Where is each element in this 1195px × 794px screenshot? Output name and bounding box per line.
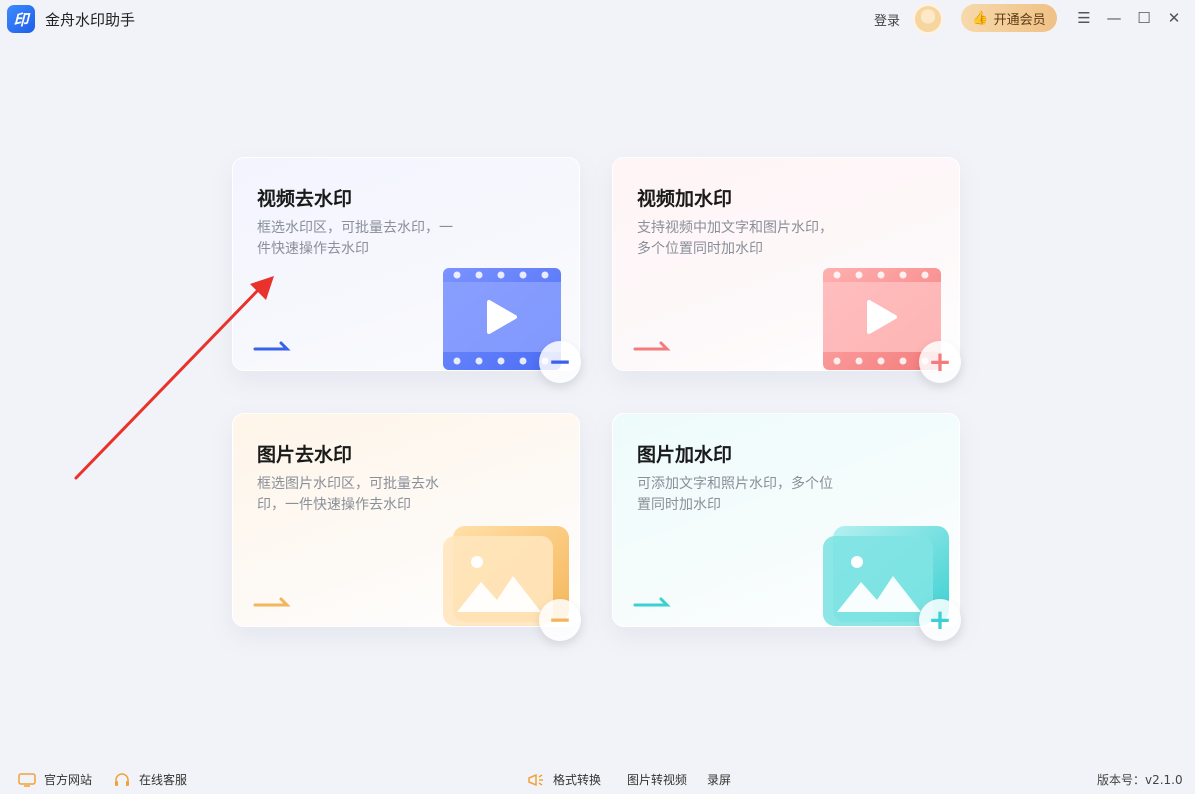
maximize-icon[interactable]: ☐ [1134, 8, 1154, 28]
bottom-bar: 官方网站 在线客服 格式转换 图片转视频 录屏 版本号：v2.1.0 [0, 760, 1195, 794]
version-label: 版本号：v2.1.0 [1097, 773, 1183, 787]
annotation-arrow [74, 276, 274, 480]
card-title: 视频加水印 [637, 188, 733, 210]
card-description: 可添加文字和照片水印，多个位置同时加水印 [637, 476, 833, 513]
image-to-video-link[interactable]: 图片转视频 [627, 771, 687, 788]
plus-icon: + [919, 341, 961, 383]
avatar[interactable] [913, 4, 943, 34]
online-service-link[interactable]: 在线客服 [113, 771, 187, 788]
card-title: 视频去水印 [257, 188, 353, 210]
login-link[interactable]: 登录 [874, 10, 900, 29]
headset-icon [115, 772, 129, 786]
official-site-label: 官方网站 [44, 773, 93, 787]
card-video-add-watermark[interactable]: 视频加水印 支持视频中加文字和图片水印，多个位置同时加水印 + [612, 157, 961, 383]
vip-button[interactable]: 👍 开通会员 [961, 4, 1057, 32]
card-image-remove-watermark[interactable]: 图片去水印 框选图片水印区，可批量去水印，一件快速操作去水印 − [232, 413, 581, 641]
arrow-right-icon [633, 597, 671, 607]
card-video-remove-watermark[interactable]: 视频去水印 框选水印区，可批量去水印，一件快速操作去水印 − [232, 157, 581, 383]
plus-icon: + [919, 599, 961, 641]
format-convert-link[interactable]: 格式转换 [527, 771, 601, 788]
online-service-label: 在线客服 [139, 773, 188, 787]
screen-record-link[interactable]: 录屏 [707, 771, 731, 788]
card-description: 框选图片水印区，可批量去水印，一件快速操作去水印 [257, 476, 439, 513]
screen-record-label: 录屏 [707, 773, 732, 787]
card-image-add-watermark[interactable]: 图片加水印 可添加文字和照片水印，多个位置同时加水印 + [612, 413, 961, 641]
monitor-icon [18, 772, 36, 787]
app-title: 金舟水印助手 [45, 11, 136, 29]
arrow-right-icon [253, 597, 291, 607]
thumbs-up-icon: 👍 [972, 10, 989, 26]
minimize-icon[interactable]: — [1104, 8, 1124, 28]
arrow-right-icon [633, 341, 671, 351]
card-title: 图片加水印 [637, 444, 733, 466]
menu-icon[interactable]: ☰ [1074, 8, 1094, 28]
app-logo: 印 [7, 5, 35, 33]
minus-icon: − [539, 599, 581, 641]
title-bar: 印 金舟水印助手 登录 👍 开通会员 ☰ — ☐ ✕ [0, 0, 1195, 38]
vip-label: 开通会员 [993, 12, 1046, 28]
card-description: 支持视频中加文字和图片水印，多个位置同时加水印 [637, 220, 833, 257]
official-site-link[interactable]: 官方网站 [18, 771, 92, 788]
card-description: 框选水印区，可批量去水印，一件快速操作去水印 [257, 220, 453, 257]
megaphone-icon [528, 773, 543, 786]
format-convert-label: 格式转换 [553, 773, 602, 787]
minus-icon: − [539, 341, 581, 383]
close-icon[interactable]: ✕ [1164, 8, 1184, 28]
image-to-video-label: 图片转视频 [627, 773, 688, 787]
